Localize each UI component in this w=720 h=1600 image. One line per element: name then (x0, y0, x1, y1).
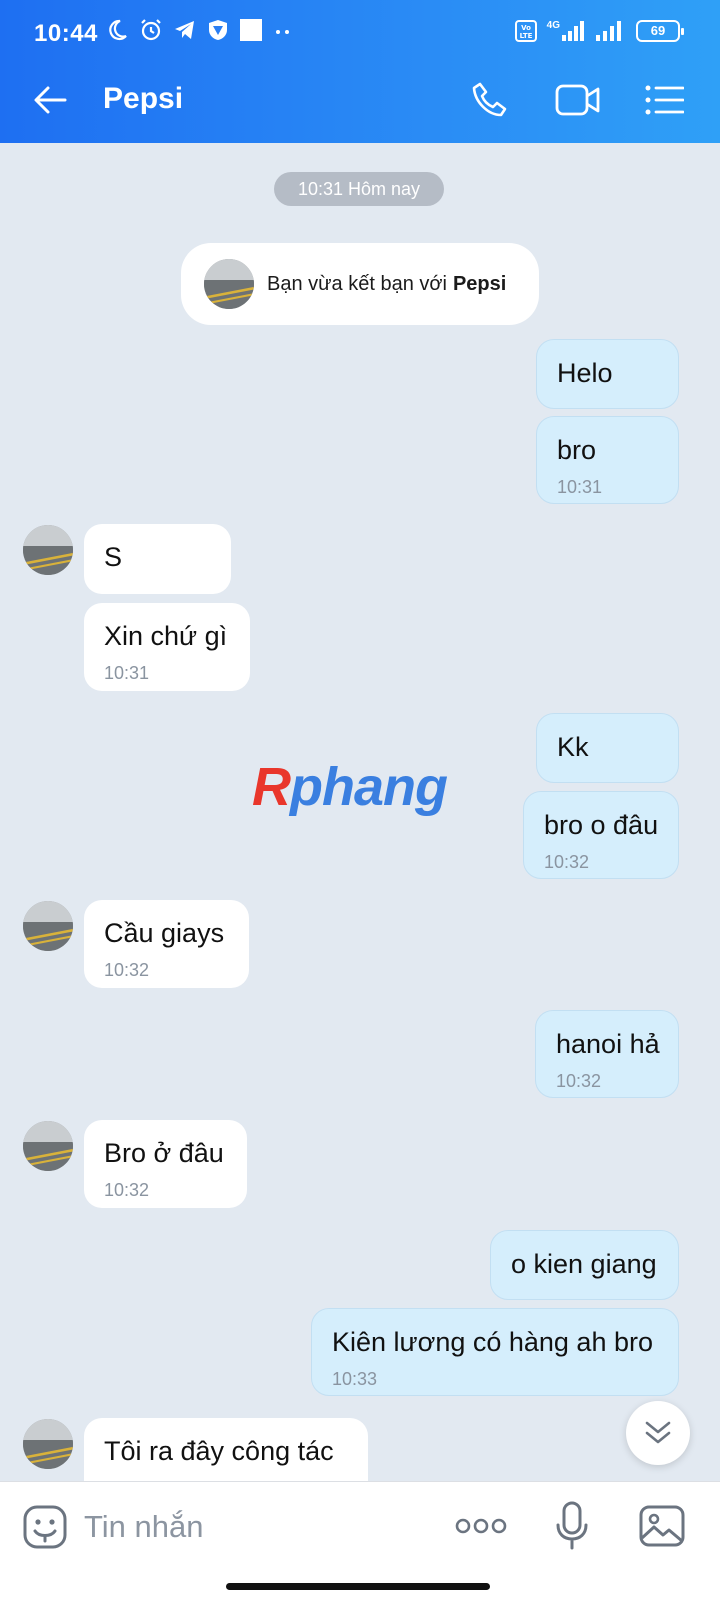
status-icons-right: Vo LTE 4G 69 (514, 20, 684, 42)
message-bubble-sent[interactable]: Kiên lương có hàng ah bro 10:33 (311, 1308, 679, 1396)
message-bubble-received[interactable]: Tôi ra đây công tác (84, 1418, 368, 1481)
message-text: Kk (557, 732, 589, 762)
scroll-to-bottom-button[interactable] (626, 1401, 690, 1465)
chat-area[interactable]: 10:31 Hôm nay Bạn vừa kết bạn với Pepsi … (0, 143, 720, 1481)
message-text: bro (557, 435, 597, 465)
signal-icon (562, 21, 584, 41)
arrow-left-icon (34, 86, 67, 114)
image-gallery-icon (639, 1505, 685, 1547)
message-text: o kien giang (511, 1249, 657, 1279)
watermark-logo: Rphang (252, 756, 448, 818)
back-button[interactable] (28, 78, 72, 122)
system-message-name: Pepsi (452, 272, 507, 295)
message-text: bro o đâu (544, 810, 659, 840)
message-text: Tôi ra đây công tác (104, 1436, 334, 1466)
chat-header: Pepsi (0, 58, 720, 143)
message-text: Kiên lương có hàng ah bro (332, 1327, 653, 1357)
message-text: Helo (557, 358, 613, 388)
square-icon (240, 19, 262, 41)
video-call-button[interactable] (554, 76, 602, 124)
network-label: 4G (546, 20, 560, 31)
contact-avatar (204, 259, 254, 309)
telegram-icon (175, 21, 194, 39)
message-bubble-sent[interactable]: bro 10:31 (536, 416, 679, 504)
message-bubble-sent[interactable]: hanoi hả 10:32 (535, 1010, 679, 1098)
message-time: 10:31 (104, 663, 150, 683)
message-text: S (104, 542, 123, 572)
message-time: 10:32 (104, 960, 150, 980)
home-indicator[interactable] (226, 1583, 490, 1590)
message-bubble-sent[interactable]: Helo (536, 339, 679, 409)
message-composer (0, 1481, 720, 1600)
system-message-text: Bạn vừa kết bạn với (267, 272, 447, 295)
list-menu-icon (645, 85, 684, 115)
message-time: 10:33 (332, 1369, 378, 1389)
microphone-icon (556, 1501, 588, 1550)
double-chevron-down-icon (645, 1421, 671, 1444)
contact-avatar[interactable] (22, 900, 74, 952)
top-bar: 10:44 Vo LTE 4G 69 Pepsi (0, 0, 720, 143)
chat-title[interactable]: Pepsi (103, 82, 183, 116)
contact-avatar[interactable] (22, 1120, 74, 1172)
alarm-icon (141, 19, 161, 41)
video-camera-icon (555, 84, 600, 116)
more-options-button[interactable] (454, 1506, 508, 1546)
message-text: Xin chứ gì (104, 621, 228, 651)
signal-icon-2 (596, 21, 621, 41)
contact-avatar[interactable] (22, 1418, 74, 1470)
message-bubble-sent[interactable]: o kien giang (490, 1230, 679, 1300)
message-bubble-sent[interactable]: bro o đâu 10:32 (523, 791, 679, 879)
sticker-button[interactable] (20, 1502, 70, 1552)
more-dots-icon (276, 30, 289, 34)
date-pill: 10:31 Hôm nay (274, 172, 444, 206)
send-image-button[interactable] (636, 1500, 688, 1552)
phone-icon (472, 82, 507, 117)
voice-record-button[interactable] (550, 1498, 594, 1554)
message-bubble-received[interactable]: S (84, 524, 231, 594)
signal-4g: 4G (547, 21, 586, 41)
svg-text:Vo: Vo (521, 24, 531, 32)
message-bubble-received[interactable]: Bro ở đâu 10:32 (84, 1120, 247, 1208)
status-bar: 10:44 Vo LTE 4G 69 (0, 0, 720, 58)
svg-text:LTE: LTE (519, 32, 532, 40)
message-time: 10:32 (556, 1071, 602, 1091)
contact-avatar[interactable] (22, 524, 74, 576)
message-bubble-received[interactable]: Xin chứ gì 10:31 (84, 603, 250, 691)
more-horizontal-icon (455, 1518, 507, 1534)
moon-icon (109, 19, 127, 41)
options-menu-button[interactable] (640, 76, 688, 124)
status-icons-left (105, 18, 293, 42)
message-text: hanoi hả (556, 1029, 660, 1059)
message-bubble-sent[interactable]: Kk (536, 713, 679, 783)
message-time: 10:32 (104, 1180, 150, 1200)
message-input[interactable] (84, 1504, 434, 1550)
system-message: Bạn vừa kết bạn với Pepsi (181, 243, 539, 325)
emoji-sticker-icon (23, 1505, 67, 1549)
status-time: 10:44 (34, 20, 98, 47)
volte-icon: VoLTE (514, 20, 537, 42)
battery-icon: 69 (636, 20, 684, 42)
message-time: 10:32 (544, 852, 590, 872)
watermark-first-letter: R (252, 757, 291, 817)
voice-call-button[interactable] (466, 76, 514, 124)
message-text: Bro ở đâu (104, 1138, 224, 1168)
watermark-rest: phang (290, 757, 448, 817)
message-bubble-received[interactable]: Cầu giays 10:32 (84, 900, 249, 988)
message-text: Cầu giays (104, 918, 225, 948)
shield-icon (209, 20, 227, 40)
message-time: 10:31 (557, 477, 603, 497)
